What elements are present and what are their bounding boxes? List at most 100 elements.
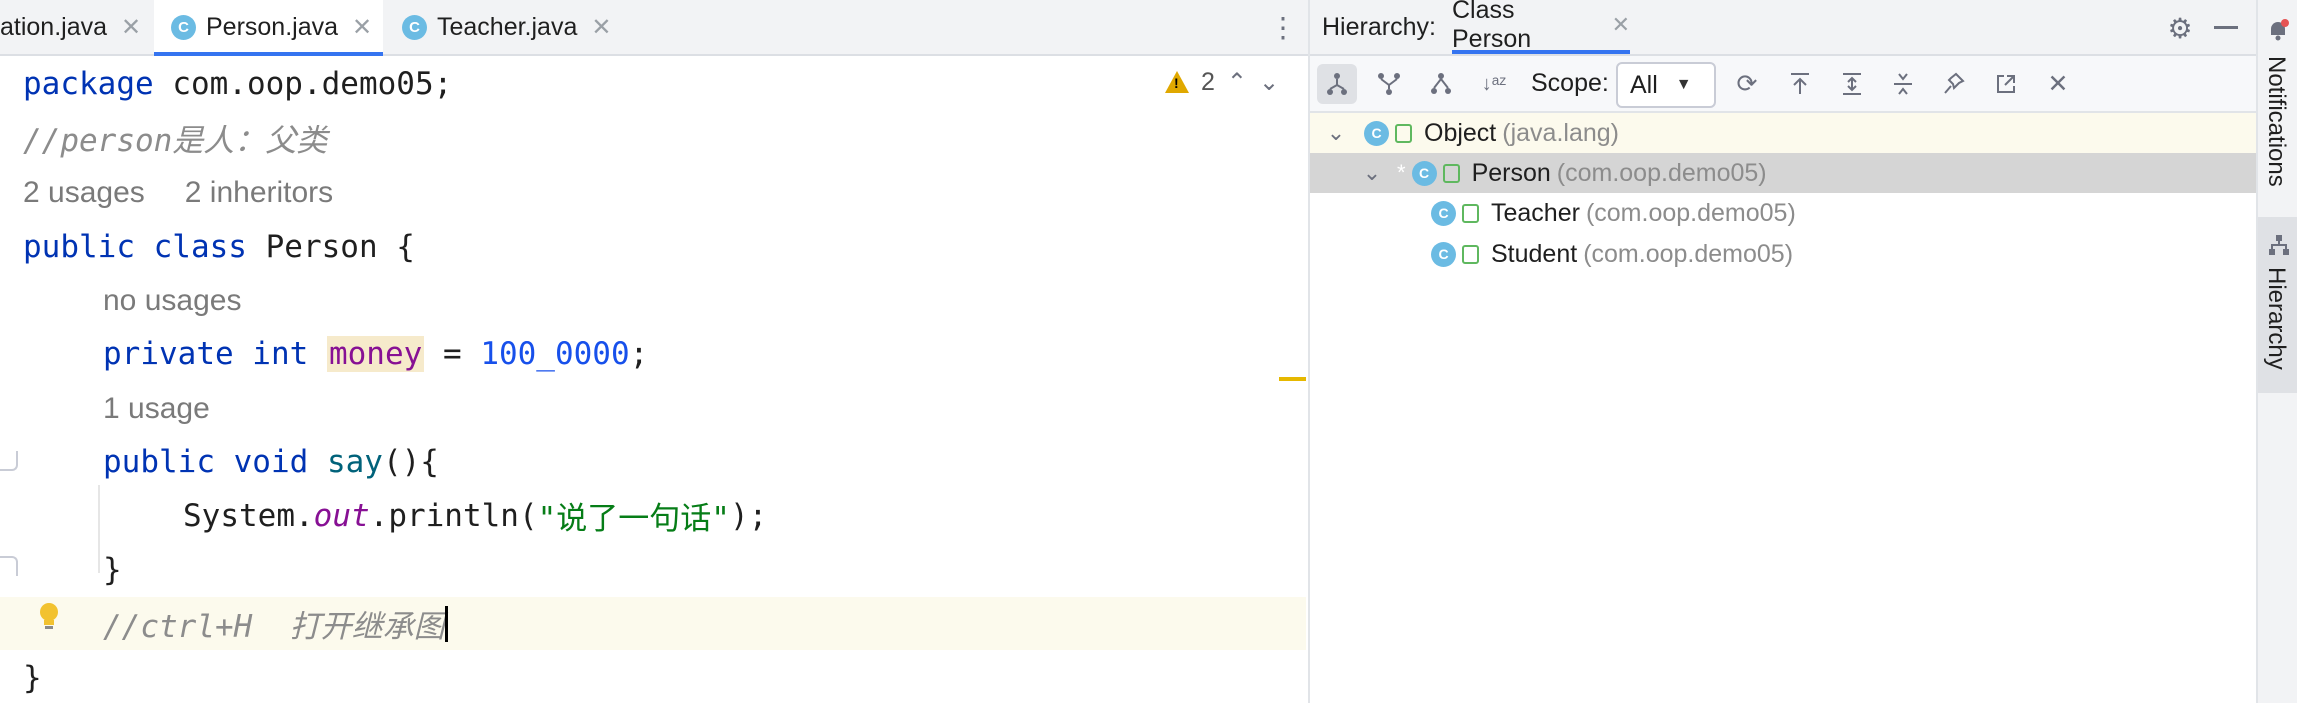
notifications-tool-button[interactable]: Notifications bbox=[2262, 56, 2290, 187]
close-icon[interactable]: ✕ bbox=[591, 13, 611, 42]
sort-alphabetically-icon[interactable]: ↓ᵃᶻ bbox=[1474, 64, 1514, 104]
chevron-up-icon[interactable]: ⌃ bbox=[1227, 68, 1247, 97]
open-in-window-icon[interactable] bbox=[1986, 64, 2026, 104]
tab-person[interactable]: C Person.java ✕ bbox=[154, 0, 383, 56]
usages-hint[interactable]: 2 usages bbox=[23, 176, 145, 210]
usages-hint[interactable]: 1 usage bbox=[103, 392, 210, 426]
current-class-marker: * bbox=[1397, 160, 1406, 185]
keyword: private int bbox=[103, 335, 309, 372]
class-name: Student bbox=[1491, 239, 1578, 268]
scope-value: All bbox=[1630, 70, 1658, 99]
code-text: com.oop.demo05; bbox=[153, 65, 453, 102]
code-line-10: } bbox=[103, 543, 122, 596]
field-name: money bbox=[326, 335, 425, 372]
tab-class-person[interactable]: Class Person ✕ bbox=[1452, 0, 1630, 54]
package-name: (com.oop.demo05) bbox=[1585, 198, 1796, 227]
chevron-down-icon[interactable]: ⌄ bbox=[1321, 120, 1351, 146]
comment: //ctrl+H 打开继承图 bbox=[103, 609, 445, 645]
chevron-down-icon[interactable]: ⌄ bbox=[1357, 160, 1387, 186]
gear-icon[interactable]: ⚙ bbox=[2164, 12, 2196, 44]
lightbulb-icon[interactable] bbox=[37, 602, 61, 632]
tree-row-object[interactable]: ⌄ C Object (java.lang) bbox=[1310, 113, 2256, 153]
tab-teacher[interactable]: C Teacher.java ✕ bbox=[385, 0, 625, 54]
code-line-1: package com.oop.demo05; bbox=[23, 57, 452, 110]
code-text: } bbox=[103, 551, 122, 588]
code-line-2: //person是人：父类 bbox=[23, 111, 327, 164]
inheritors-hint[interactable]: 2 inheritors bbox=[185, 176, 333, 210]
hierarchy-tool-button[interactable]: Hierarchy bbox=[2258, 217, 2297, 393]
code-text: ); bbox=[729, 497, 768, 534]
code-editor[interactable]: package com.oop.demo05; //person是人：父类 2 … bbox=[0, 56, 1308, 703]
class-name: Object bbox=[1424, 118, 1497, 147]
indent-guide bbox=[98, 485, 100, 573]
text-caret bbox=[444, 605, 448, 642]
fold-marker-icon[interactable] bbox=[0, 451, 18, 471]
tab-label: ation.java bbox=[0, 12, 108, 41]
scope-label: Scope: bbox=[1531, 69, 1609, 97]
code-text: .println( bbox=[369, 497, 538, 534]
close-icon[interactable]: ✕ bbox=[2038, 64, 2078, 104]
supertypes-hierarchy-icon[interactable] bbox=[1369, 64, 1409, 104]
public-access-icon bbox=[1462, 203, 1479, 223]
class-icon: C bbox=[1364, 120, 1389, 146]
tree-row-person[interactable]: ⌄ * C Person (com.oop.demo05) bbox=[1310, 153, 2256, 193]
usages-hint[interactable]: no usages bbox=[103, 284, 241, 318]
tree-row-teacher[interactable]: C Teacher (com.oop.demo05) bbox=[1310, 193, 2256, 233]
package-name: (java.lang) bbox=[1502, 118, 1619, 147]
pin-icon[interactable] bbox=[1934, 64, 1974, 104]
tab-application[interactable]: ation.java ✕ bbox=[0, 0, 152, 54]
more-tabs-icon[interactable]: ⋮ bbox=[1268, 10, 1298, 44]
static-field: out bbox=[313, 497, 370, 534]
right-tool-strip: Notifications Hierarchy bbox=[2256, 0, 2297, 703]
close-icon[interactable]: ✕ bbox=[1612, 12, 1630, 38]
minimize-icon[interactable] bbox=[2214, 26, 2238, 29]
class-icon: C bbox=[1431, 241, 1456, 267]
chevron-down-icon[interactable]: ⌄ bbox=[1259, 68, 1279, 97]
type-hierarchy-icon[interactable] bbox=[1317, 64, 1357, 104]
tab-label: Teacher.java bbox=[437, 12, 578, 41]
code-line-6: private int money = 100_0000; bbox=[103, 327, 648, 380]
comment: //person是人：父类 bbox=[23, 123, 328, 159]
package-name: (com.oop.demo05) bbox=[1556, 158, 1767, 187]
code-text: Person { bbox=[246, 228, 415, 265]
class-icon: C bbox=[1431, 200, 1456, 226]
keyword: package bbox=[23, 65, 154, 102]
keyword: public void bbox=[103, 443, 309, 480]
code-text: = bbox=[424, 335, 481, 372]
string-literal: "说了一句话" bbox=[537, 501, 730, 537]
scope-dropdown[interactable]: All ▼ bbox=[1616, 62, 1716, 108]
tab-label: Person.java bbox=[206, 12, 339, 41]
public-access-icon bbox=[1395, 123, 1412, 143]
subtypes-hierarchy-icon[interactable] bbox=[1421, 64, 1461, 104]
panel-title: Hierarchy: bbox=[1322, 12, 1436, 41]
close-icon[interactable]: ✕ bbox=[352, 13, 372, 42]
hierarchy-title-bar: Hierarchy: Class Person ✕ ⚙ bbox=[1310, 0, 2256, 56]
class-icon: C bbox=[402, 14, 427, 40]
chevron-down-icon: ▼ bbox=[1675, 76, 1692, 93]
export-icon[interactable] bbox=[1780, 64, 1820, 104]
code-vision-hint: no usages bbox=[103, 274, 241, 327]
close-icon[interactable]: ✕ bbox=[121, 13, 141, 42]
number-literal: 100_0000 bbox=[480, 335, 630, 372]
code-line-11: //ctrl+H 打开继承图 bbox=[103, 597, 448, 650]
bell-icon[interactable] bbox=[2266, 18, 2290, 42]
refresh-icon[interactable]: ⟳ bbox=[1727, 64, 1767, 104]
expand-all-icon[interactable] bbox=[1832, 64, 1872, 104]
inspection-widget[interactable]: ! 2 ⌃ ⌄ bbox=[1165, 62, 1279, 102]
method-name: say bbox=[326, 443, 383, 480]
fold-marker-icon[interactable] bbox=[0, 556, 18, 576]
code-line-9: System. out .println("说了一句话"); bbox=[183, 489, 767, 542]
class-name: Person bbox=[1471, 158, 1551, 187]
public-access-icon bbox=[1442, 163, 1460, 183]
public-access-icon bbox=[1462, 244, 1479, 264]
code-text: ; bbox=[629, 335, 649, 372]
warning-stripe-marker[interactable] bbox=[1279, 377, 1306, 381]
collapse-all-icon[interactable] bbox=[1883, 64, 1923, 104]
code-text: (){ bbox=[382, 443, 439, 480]
class-icon: C bbox=[171, 14, 196, 40]
class-name: Teacher bbox=[1491, 198, 1580, 227]
code-vision-hint: 2 usages 2 inheritors bbox=[23, 166, 333, 219]
hierarchy-icon bbox=[2267, 233, 2291, 257]
tree-row-student[interactable]: C Student (com.oop.demo05) bbox=[1310, 234, 2256, 274]
tab-label: Class Person bbox=[1452, 0, 1532, 53]
